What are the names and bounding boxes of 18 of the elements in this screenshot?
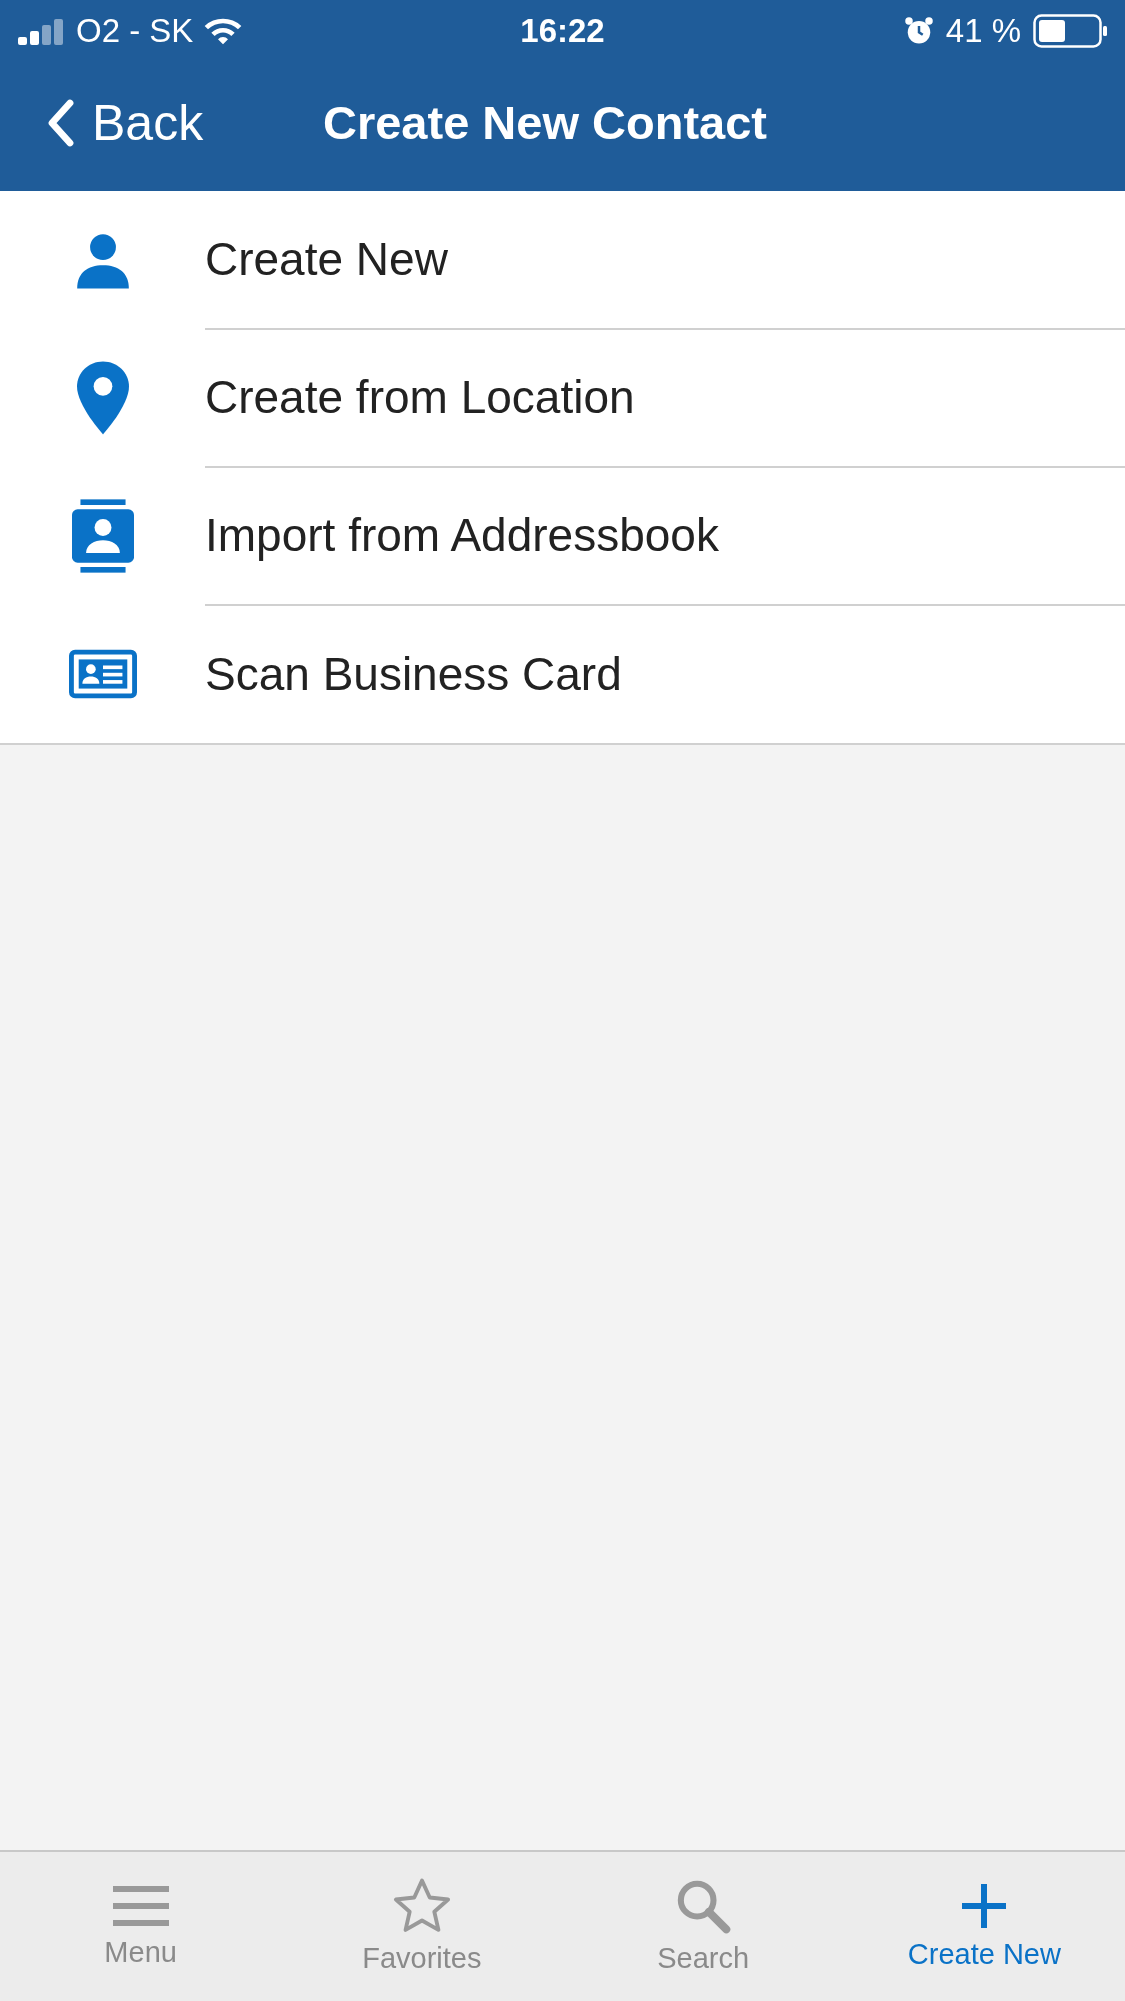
menu-icon (112, 1884, 169, 1928)
back-button[interactable]: Back (46, 93, 323, 152)
location-pin-icon (76, 361, 129, 435)
alarm-clock-icon (903, 16, 934, 46)
id-card-icon (68, 649, 137, 699)
star-icon (392, 1878, 451, 1934)
signal-icon (18, 17, 66, 45)
clock-time: 16:22 (520, 12, 605, 49)
wifi-icon (203, 16, 244, 46)
battery-percent: 41 % (945, 12, 1021, 50)
carrier-name: O2 - SK (76, 12, 194, 50)
battery-icon (1033, 14, 1107, 48)
tab-bar-item[interactable]: Create New (843, 1852, 1125, 2001)
search-icon (675, 1878, 732, 1934)
chevron-left-icon (46, 98, 76, 147)
plus-icon (960, 1882, 1009, 1930)
address-book-icon (71, 499, 134, 573)
screen-title: Create New Contact (323, 95, 767, 150)
